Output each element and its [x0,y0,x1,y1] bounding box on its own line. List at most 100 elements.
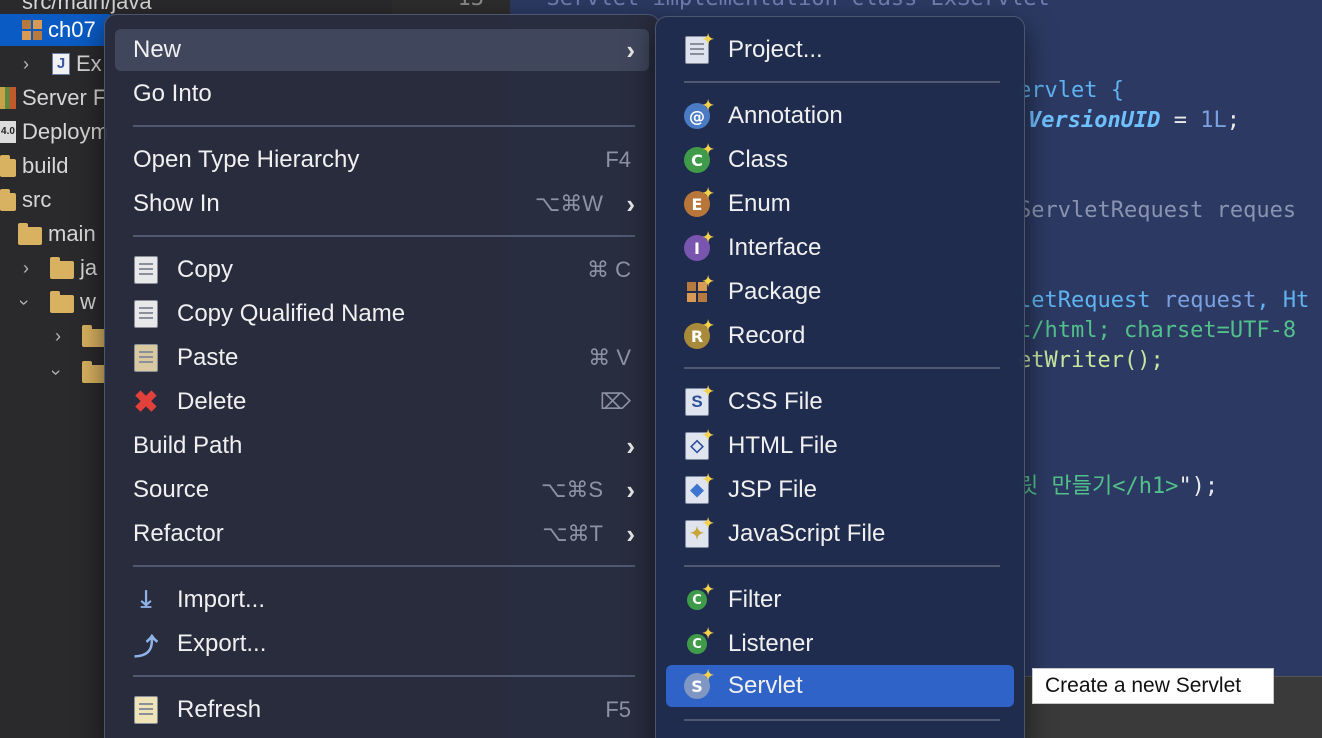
line-number: 13 [458,0,485,11]
library-icon [0,87,16,109]
menu-item-export[interactable]: ⤴ Export... [115,623,649,665]
class-icon: C ✦ [682,141,714,175]
context-menu: New › Go Into Open Type Hierarchy F4 Sho… [104,14,660,738]
java-file-icon: J [52,53,70,75]
chevron-right-icon: › [626,430,635,461]
submenu-item-annotation[interactable]: @ ✦ Annotation [666,95,1014,137]
package-icon: ✦ [682,273,714,307]
code-line: VersionUID = 1L; [1028,108,1240,133]
tree-item-label: ja [80,255,98,280]
tooltip-text: Create a new Servlet [1045,674,1242,697]
folder-icon [82,325,106,347]
tree-item-ch07[interactable]: ch07 [0,14,110,46]
chevron-right-icon[interactable]: › [16,258,36,279]
tree-item-java[interactable]: › ja [16,252,97,284]
folder-icon [82,361,106,383]
menu-separator [133,675,635,677]
chevron-right-icon: › [626,188,635,219]
menu-item-show-in[interactable]: Show In ⌥⌘W › [115,183,649,225]
menu-item-refresh[interactable]: Refresh F5 [115,689,649,731]
submenu-item-jsp-file[interactable]: ◆ ✦ JSP File [666,469,1014,511]
import-icon: ⤓ [140,586,152,613]
submenu-item-filter[interactable]: C ✦ Filter [666,579,1014,621]
menu-separator [684,719,1000,721]
submenu-item-javascript-file[interactable]: ✦ ✦ JavaScript File [666,513,1014,555]
tree-item-webapp[interactable]: › w [14,286,96,318]
menu-item-paste[interactable]: Paste ⌘ V [115,337,649,379]
menu-separator [684,565,1000,567]
menu-item-open-type-hierarchy[interactable]: Open Type Hierarchy F4 [115,139,649,181]
submenu-item-interface[interactable]: I ✦ Interface [666,227,1014,269]
jsp-file-icon: ◆ ✦ [682,471,714,505]
submenu-item-project[interactable]: ✦ Project... [666,29,1014,71]
delete-x-icon: ✖ [133,385,159,419]
menu-item-new[interactable]: New › [115,29,649,71]
html-file-icon: ◇ ✦ [682,427,714,461]
deployment-icon: 4.0 [0,121,16,143]
chevron-right-icon: › [626,34,635,65]
tree-item-src[interactable]: src [0,184,51,216]
export-icon: ⤴ [134,633,158,661]
menu-item-copy[interactable]: Copy ⌘ C [115,249,649,291]
shortcut-label: ⌥⌘S [540,477,603,502]
tree-item-label: build [22,153,69,178]
tree-item-label: w [80,289,96,314]
tree-item-server[interactable]: Server F [0,82,106,114]
tree-item-label: Deploym [22,119,109,144]
folder-icon [18,223,42,245]
code-comment: * Servlet implementation class ExServlet [520,0,1050,11]
submenu-item-enum[interactable]: E ✦ Enum [666,183,1014,225]
code-line: t/html; charset=UTF-8 [1018,318,1297,343]
menu-item-source[interactable]: Source ⌥⌘S › [115,469,649,511]
copy-qualified-name-icon [131,299,161,329]
new-submenu: ✦ Project... @ ✦ Annotation C ✦ Class E ✦ E… [655,16,1025,738]
tree-item-label: Ex [76,51,102,76]
chevron-right-icon[interactable]: › [16,54,36,75]
submenu-item-servlet[interactable]: S ✦ Servlet [666,665,1014,707]
folder-icon [50,257,74,279]
tree-item-exservlet[interactable]: › J Ex [16,48,102,80]
submenu-item-package[interactable]: ✦ Package [666,271,1014,313]
menu-separator [133,125,635,127]
tree-item-label: Server F [22,85,107,110]
chevron-right-icon[interactable]: › [48,326,68,347]
tree-item-subfolder[interactable]: › [48,320,112,352]
filter-icon: C ✦ [682,581,714,615]
css-file-icon: S ✦ [682,383,714,417]
menu-item-copy-qualified-name[interactable]: Copy Qualified Name [115,293,649,335]
menu-item-go-into[interactable]: Go Into [115,73,649,115]
tree-item-subfolder[interactable]: › [46,356,112,388]
menu-item-refactor[interactable]: Refactor ⌥⌘T › [115,513,649,555]
package-icon [22,20,42,40]
tree-item-deployment[interactable]: 4.0 Deploym [0,116,109,148]
tree-item-build[interactable]: build [0,150,68,182]
record-icon: R ✦ [682,317,714,351]
servlet-icon: S ✦ [682,667,714,701]
chevron-down-icon[interactable]: › [46,362,67,382]
code-line: ervlet { [1018,78,1124,103]
chevron-down-icon[interactable]: › [14,292,35,312]
tree-item-main[interactable]: main [18,218,96,250]
listener-icon: C ✦ [682,625,714,659]
menu-item-import[interactable]: ⤓ Import... [115,579,649,621]
submenu-item-record[interactable]: R ✦ Record [666,315,1014,357]
delete-key-shortcut: ⌦ [599,389,631,414]
shortcut-label: F5 [605,697,631,722]
shortcut-label: ⌘ V [588,345,631,370]
code-line: 릿 만들기</h1>"); [1018,474,1219,499]
submenu-item-css-file[interactable]: S ✦ CSS File [666,381,1014,423]
folder-icon [0,189,16,211]
menu-item-build-path[interactable]: Build Path › [115,425,649,467]
enum-icon: E ✦ [682,185,714,219]
shortcut-label: ⌥⌘T [542,521,603,546]
javascript-file-icon: ✦ ✦ [682,515,714,549]
menu-item-delete[interactable]: ✖ Delete ⌦ [115,381,649,423]
tooltip: Create a new Servlet [1032,668,1274,704]
submenu-item-listener[interactable]: C ✦ Listener [666,623,1014,665]
submenu-item-class[interactable]: C ✦ Class [666,139,1014,181]
chevron-right-icon: › [626,518,635,549]
tree-item-label: src/main/java [22,0,152,14]
interface-icon: I ✦ [682,229,714,263]
submenu-item-html-file[interactable]: ◇ ✦ HTML File [666,425,1014,467]
code-line: ServletRequest reques [1018,198,1297,223]
